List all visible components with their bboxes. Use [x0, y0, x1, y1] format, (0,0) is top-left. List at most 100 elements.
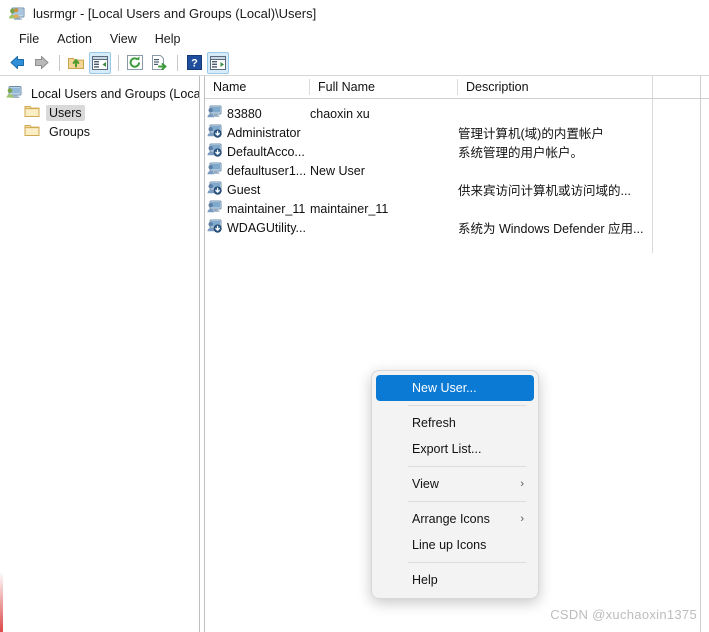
- column-header-name[interactable]: Name: [205, 76, 310, 98]
- ctx-refresh[interactable]: Refresh: [376, 410, 534, 436]
- user-name-cell: Guest: [207, 181, 260, 198]
- ctx-item-label: Export List...: [412, 442, 482, 456]
- folder-up-icon: [68, 57, 84, 69]
- lusrmgr-window: lusrmgr - [Local Users and Groups (Local…: [0, 0, 709, 632]
- ctx-item-label: Refresh: [412, 416, 456, 430]
- ctx-item-label: View: [412, 477, 439, 491]
- user-full-name-cell: maintainer_11: [310, 201, 389, 216]
- folder-icon: [24, 104, 40, 121]
- back-button[interactable]: [6, 52, 28, 74]
- user-disabled-icon: [207, 143, 222, 160]
- tree-item-groups[interactable]: Groups: [0, 122, 199, 141]
- menu-help[interactable]: Help: [146, 30, 190, 48]
- user-icon: [207, 200, 222, 217]
- show-hide-console-tree-button[interactable]: [89, 51, 111, 74]
- folder-icon: [24, 123, 40, 140]
- tree-item-local-users-and-groups[interactable]: Local Users and Groups (Local): [0, 84, 199, 103]
- refresh-button[interactable]: [124, 52, 146, 74]
- user-name-text: 83880: [227, 106, 262, 121]
- help-button[interactable]: ?: [183, 52, 205, 74]
- action-pane-icon: [210, 55, 226, 70]
- export-list-icon: [152, 55, 167, 70]
- table-row[interactable]: maintainer_11 maintainer_11: [205, 199, 709, 218]
- ctx-line-up-icons[interactable]: Line up Icons: [376, 532, 534, 558]
- user-name-text: DefaultAcco...: [227, 144, 305, 159]
- toolbar-separator-3: [177, 54, 178, 71]
- menu-view[interactable]: View: [101, 30, 146, 48]
- user-name-cell: defaultuser1...: [207, 162, 306, 179]
- list-pane-right-border: [700, 76, 701, 632]
- users-app-icon: [8, 5, 25, 22]
- users-list-rows: 83880 chaoxin xu Administrator 管理计算机(域)的…: [205, 104, 709, 237]
- user-name-text: Administrator: [227, 125, 301, 140]
- refresh-icon: [127, 55, 143, 70]
- tree-item-label: Local Users and Groups (Local): [31, 86, 199, 101]
- user-name-cell: DefaultAcco...: [207, 143, 305, 160]
- ctx-item-label: Line up Icons: [412, 538, 487, 552]
- right-arrow-icon: [34, 56, 48, 69]
- user-name-cell: 83880: [207, 105, 262, 122]
- user-full-name-cell: chaoxin xu: [310, 106, 370, 121]
- tree-item-users[interactable]: Users: [0, 103, 199, 122]
- ctx-new-user[interactable]: New User...: [376, 375, 534, 401]
- column-header-full-name[interactable]: Full Name: [310, 76, 458, 98]
- user-name-text: WDAGUtility...: [227, 220, 306, 235]
- menu-action[interactable]: Action: [48, 30, 101, 48]
- show-hide-action-pane-button[interactable]: [207, 51, 229, 74]
- window-edge-artifact: [0, 572, 3, 632]
- toolbar-separator-2: [118, 54, 119, 71]
- table-row[interactable]: DefaultAcco... 系统管理的用户帐户。: [205, 142, 709, 161]
- tree-item-label: Users: [46, 104, 85, 121]
- menu-file[interactable]: File: [10, 30, 48, 48]
- console-tree-pane: Local Users and Groups (Local) Users Gro…: [0, 76, 199, 632]
- ctx-view[interactable]: View ›: [376, 471, 534, 497]
- menu-bar: File Action View Help: [0, 27, 709, 50]
- toolbar: ?: [0, 50, 709, 76]
- context-menu-separator: [408, 405, 526, 406]
- table-row[interactable]: Administrator 管理计算机(域)的内置帐户: [205, 123, 709, 142]
- context-menu: New User... Refresh Export List... View …: [371, 370, 539, 599]
- column-header-extra[interactable]: [653, 76, 701, 98]
- watermark: CSDN @xuchaoxin1375: [550, 607, 697, 622]
- user-name-cell: maintainer_11: [207, 200, 305, 217]
- context-menu-separator: [408, 562, 526, 563]
- user-description-cell: 系统为 Windows Defender 应用...: [458, 222, 644, 236]
- context-menu-separator: [408, 466, 526, 467]
- user-name-cell: Administrator: [207, 124, 301, 141]
- context-menu-separator: [408, 501, 526, 502]
- table-row[interactable]: defaultuser1... New User: [205, 161, 709, 180]
- table-row[interactable]: WDAGUtility... 系统为 Windows Defender 应用..…: [205, 218, 709, 237]
- svg-text:?: ?: [191, 58, 198, 70]
- table-row[interactable]: Guest 供来宾访问计算机或访问域的...: [205, 180, 709, 199]
- user-description-cell: 管理计算机(域)的内置帐户: [458, 127, 604, 141]
- ctx-item-label: Help: [412, 573, 438, 587]
- left-arrow-icon: [10, 56, 24, 69]
- table-row[interactable]: 83880 chaoxin xu: [205, 104, 709, 123]
- user-description-cell: 供来宾访问计算机或访问域的...: [458, 184, 631, 198]
- column-header-description[interactable]: Description: [458, 76, 653, 98]
- tree-item-label: Groups: [49, 124, 90, 139]
- user-disabled-icon: [207, 124, 222, 141]
- question-mark-icon: ?: [186, 55, 202, 70]
- ctx-export-list[interactable]: Export List...: [376, 436, 534, 462]
- ctx-arrange-icons[interactable]: Arrange Icons ›: [376, 506, 534, 532]
- user-name-text: maintainer_11: [227, 201, 306, 216]
- toolbar-separator-1: [59, 54, 60, 71]
- user-icon: [207, 162, 222, 179]
- export-list-button[interactable]: [148, 52, 170, 74]
- user-icon: [207, 105, 222, 122]
- ctx-item-label: Arrange Icons: [412, 512, 490, 526]
- console-tree-icon: [92, 55, 108, 70]
- ctx-help[interactable]: Help: [376, 567, 534, 593]
- user-disabled-icon: [207, 219, 222, 236]
- chevron-right-icon: ›: [520, 478, 524, 490]
- user-name-cell: WDAGUtility...: [207, 219, 306, 236]
- forward-button[interactable]: [30, 52, 52, 74]
- up-one-level-button[interactable]: [65, 52, 87, 74]
- user-name-text: defaultuser1...: [227, 163, 307, 178]
- list-column-header: Name Full Name Description: [205, 76, 709, 99]
- title-bar: lusrmgr - [Local Users and Groups (Local…: [0, 0, 709, 27]
- user-disabled-icon: [207, 181, 222, 198]
- user-full-name-cell: New User: [310, 163, 365, 178]
- window-title: lusrmgr - [Local Users and Groups (Local…: [33, 6, 317, 21]
